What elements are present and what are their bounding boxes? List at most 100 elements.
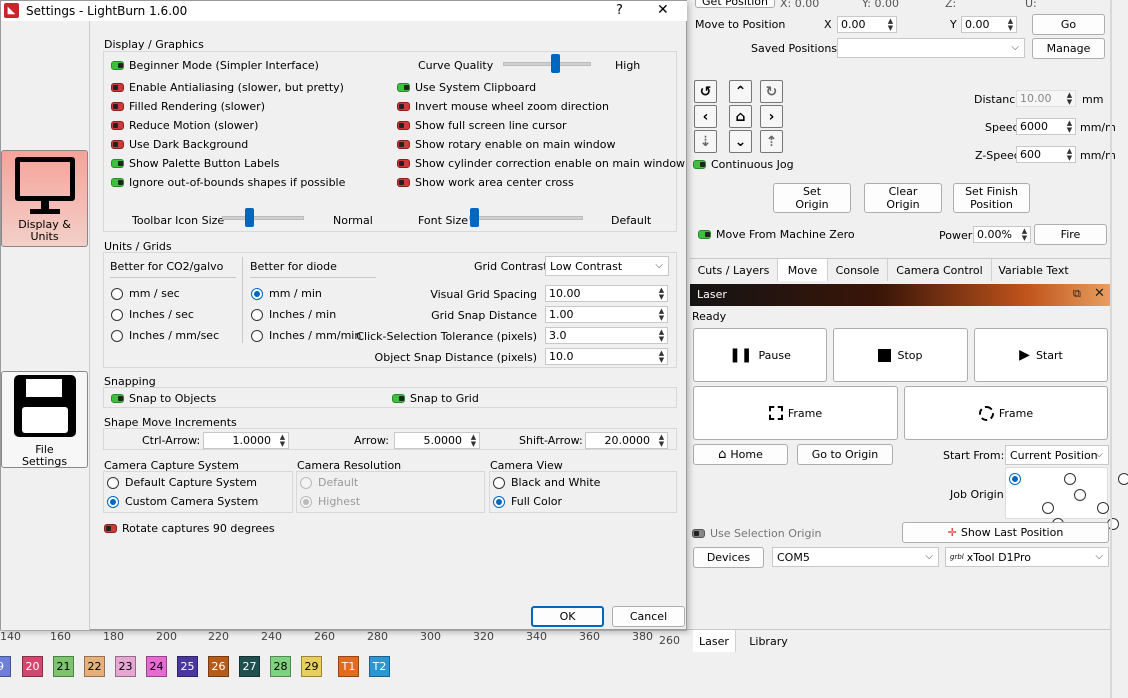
job-origin-radio[interactable] — [1042, 502, 1054, 514]
diode-unit-radio[interactable]: mm / min — [251, 287, 322, 300]
shift-arrow-input[interactable]: 20.0000 ▲ ▼ — [585, 432, 668, 449]
use-selection-origin-toggle[interactable]: Use Selection Origin — [692, 527, 821, 540]
nav-display-units[interactable]: Display & Units — [1, 150, 88, 247]
ctrl-arrow-input[interactable]: 1.0000 ▲ ▼ — [203, 432, 289, 449]
tab-variable-text[interactable]: Variable Text — [992, 259, 1075, 281]
palette-swatch[interactable]: 22 — [84, 656, 105, 677]
continuous-jog-toggle[interactable]: Continuous Jog — [693, 158, 794, 171]
frame-rect-button[interactable]: Frame — [693, 386, 898, 440]
unit-field-input[interactable]: 10.00 ▲ ▼ — [545, 285, 668, 302]
power-input[interactable]: 0.00% ▲ ▼ — [973, 226, 1031, 243]
palette-swatch[interactable]: 27 — [239, 656, 260, 677]
help-icon[interactable]: ? — [616, 3, 623, 18]
palette-swatch[interactable]: 26 — [208, 656, 229, 677]
go-to-origin-button[interactable]: Go to Origin — [797, 444, 893, 465]
tab-cuts-layers[interactable]: Cuts / Layers — [690, 259, 778, 281]
start-from-select[interactable]: Current Position ⌵ — [1005, 445, 1109, 465]
set-origin-button[interactable]: Set Origin — [773, 183, 851, 213]
snap-to-objects-toggle[interactable]: Snap to Objects — [111, 392, 216, 405]
display-option-toggle[interactable]: Use System Clipboard — [397, 81, 536, 94]
pause-button[interactable]: ❚❚ Pause — [693, 328, 827, 382]
nav-file-settings[interactable]: File Settings — [1, 371, 88, 468]
capture-custom-radio[interactable]: Custom Camera System — [107, 495, 258, 508]
clear-origin-button[interactable]: Clear Origin — [864, 183, 942, 213]
palette-swatch[interactable]: 21 — [53, 656, 74, 677]
manage-button[interactable]: Manage — [1032, 38, 1105, 59]
z-up-icon[interactable]: ⇡ — [760, 130, 783, 153]
tab-camera-control[interactable]: Camera Control — [888, 259, 992, 281]
font-size-slider[interactable] — [469, 216, 583, 220]
tab-library[interactable]: Library — [736, 630, 801, 652]
show-last-position-button[interactable]: ✛ Show Last Position — [902, 522, 1109, 543]
diode-unit-radio[interactable]: Inches / mm/min — [251, 329, 361, 342]
set-finish-position-button[interactable]: Set Finish Position — [953, 183, 1030, 213]
move-y-input[interactable]: 0.00 ▲ ▼ — [961, 16, 1017, 33]
speed-input[interactable]: 6000 ▲ ▼ — [1016, 118, 1076, 135]
display-option-toggle[interactable]: Show Palette Button Labels — [111, 157, 280, 170]
palette-swatch[interactable]: 25 — [177, 656, 198, 677]
start-button[interactable]: ▶ Start — [974, 328, 1108, 382]
unit-field-input[interactable]: 10.0 ▲ ▼ — [545, 348, 668, 365]
get-position-button[interactable]: Get Position — [695, 0, 775, 8]
close-icon[interactable]: ✕ — [1094, 286, 1105, 301]
display-option-toggle[interactable]: Enable Antialiasing (slower, but pretty) — [111, 81, 344, 94]
co2-unit-radio[interactable]: Inches / sec — [111, 308, 194, 321]
palette-swatch[interactable]: 24 — [146, 656, 167, 677]
display-option-toggle[interactable]: Use Dark Background — [111, 138, 248, 151]
palette-swatch[interactable]: 20 — [22, 656, 43, 677]
machine-select[interactable]: grbl xTool D1Pro ⌵ — [945, 547, 1109, 567]
tab-move[interactable]: Move — [778, 259, 828, 281]
job-origin-radio[interactable] — [1009, 473, 1021, 485]
font-size-thumb[interactable] — [470, 208, 479, 227]
display-option-toggle[interactable]: Ignore out-of-bounds shapes if possible — [111, 176, 345, 189]
display-option-toggle[interactable]: Reduce Motion (slower) — [111, 119, 258, 132]
resolution-default-radio[interactable]: Default — [300, 476, 358, 489]
grid-contrast-select[interactable]: Low Contrast ⌵ — [545, 256, 669, 276]
toolbar-icon-size-slider[interactable] — [222, 216, 304, 220]
rotate-cw-icon[interactable]: ↻ — [760, 80, 783, 103]
move-from-zero-toggle[interactable]: Move From Machine Zero — [698, 228, 855, 241]
diode-unit-radio[interactable]: Inches / min — [251, 308, 336, 321]
spinner-icon[interactable]: ▲ ▼ — [656, 286, 667, 301]
go-button[interactable]: Go — [1032, 14, 1105, 35]
port-select[interactable]: COM5 ⌵ — [772, 547, 939, 567]
frame-circle-button[interactable]: Frame — [904, 386, 1108, 440]
display-option-toggle[interactable]: Show cylinder correction enable on main … — [397, 157, 685, 170]
display-option-toggle[interactable]: Show full screen line cursor — [397, 119, 567, 132]
display-option-toggle[interactable]: Show work area center cross — [397, 176, 574, 189]
view-bw-radio[interactable]: Black and White — [493, 476, 600, 489]
job-origin-radio[interactable] — [1096, 502, 1109, 514]
ok-button[interactable]: OK — [531, 606, 604, 627]
job-origin-radio[interactable] — [1118, 473, 1128, 485]
job-origin-radio[interactable] — [1063, 473, 1076, 485]
job-origin-radio[interactable] — [1073, 489, 1086, 501]
close-icon[interactable]: ✕ — [657, 2, 669, 18]
home-icon[interactable]: ⌂ — [729, 105, 752, 128]
snap-to-grid-toggle[interactable]: Snap to Grid — [392, 392, 479, 405]
move-x-input[interactable]: 0.00 ▲ ▼ — [837, 16, 897, 33]
rotate-ccw-icon[interactable]: ↺ — [694, 80, 717, 103]
display-option-toggle[interactable]: Show rotary enable on main window — [397, 138, 615, 151]
panel-splitter[interactable] — [1110, 0, 1112, 698]
toolbar-icon-size-thumb[interactable] — [245, 208, 254, 227]
spinner-icon[interactable]: ▲ ▼ — [656, 349, 667, 364]
palette-swatch[interactable]: T1 — [338, 656, 359, 677]
home-button[interactable]: ⌂ Home — [693, 444, 788, 465]
co2-unit-radio[interactable]: Inches / mm/sec — [111, 329, 219, 342]
spinner-icon[interactable]: ▲ ▼ — [656, 328, 667, 343]
cancel-button[interactable]: Cancel — [612, 606, 685, 627]
palette-swatch[interactable]: 9 — [0, 656, 11, 677]
arrow-input[interactable]: 5.0000 ▲ ▼ — [394, 432, 480, 449]
arrow-left-icon[interactable]: ‹ — [694, 105, 717, 128]
co2-unit-radio[interactable]: mm / sec — [111, 287, 180, 300]
palette-swatch[interactable]: 28 — [270, 656, 291, 677]
palette-swatch[interactable]: T2 — [369, 656, 390, 677]
curve-quality-slider[interactable] — [503, 62, 591, 66]
distance-input[interactable]: 10.00 ▲ ▼ — [1016, 90, 1076, 107]
view-color-radio[interactable]: Full Color — [493, 495, 562, 508]
display-option-toggle[interactable]: Beginner Mode (Simpler Interface) — [111, 59, 319, 72]
palette-swatch[interactable]: 29 — [301, 656, 322, 677]
spinner-icon[interactable]: ▲ ▼ — [656, 307, 667, 322]
devices-button[interactable]: Devices — [693, 547, 764, 568]
unit-field-input[interactable]: 1.00 ▲ ▼ — [545, 306, 668, 323]
